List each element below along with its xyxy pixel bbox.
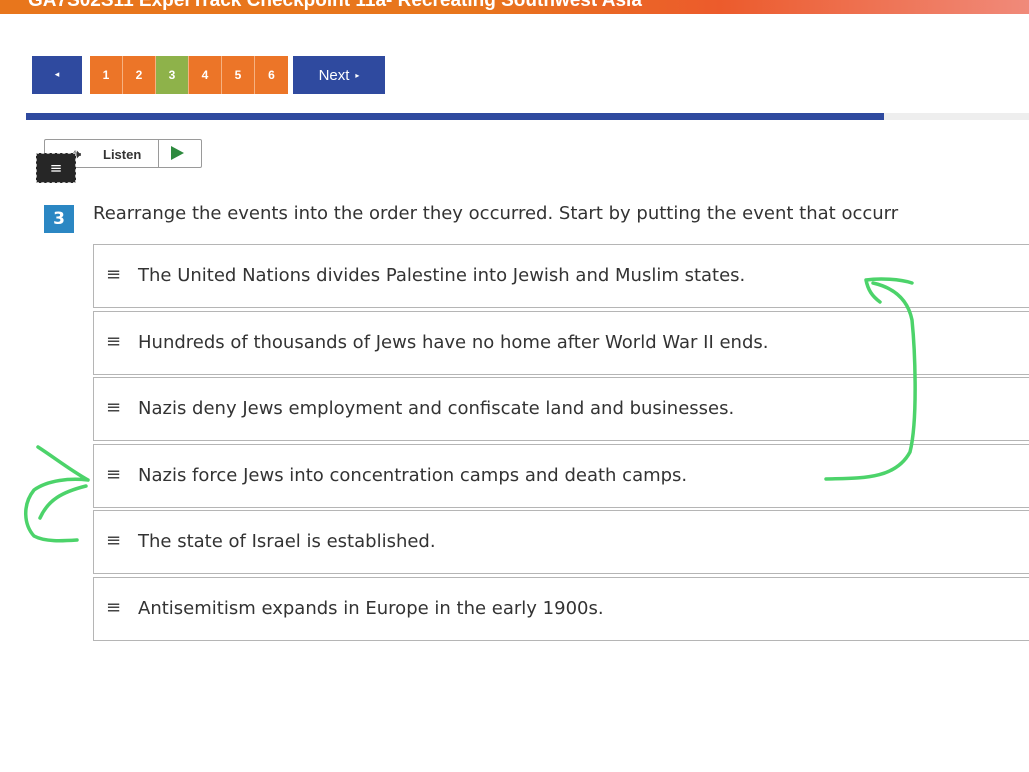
triangle-left-icon: ◂ (54, 70, 60, 80)
next-button[interactable]: Next ▸ (293, 56, 385, 94)
sortable-item-text: The United Nations divides Palestine int… (138, 265, 746, 286)
page-title: GA7S02S11 ExperTrack Checkpoint 11a- Rec… (28, 0, 642, 11)
page-button-2[interactable]: 2 (123, 56, 156, 94)
hamburger-icon: ≡ (49, 159, 63, 177)
page-button-1[interactable]: 1 (90, 56, 123, 94)
listen-label: Listen (103, 147, 142, 162)
previous-button[interactable]: ◂ (32, 56, 82, 94)
drag-handle-icon[interactable]: ≡ (106, 331, 121, 352)
annotation-arrow-left (24, 445, 90, 543)
page-button-4[interactable]: 4 (189, 56, 222, 94)
sortable-item-text: Antisemitism expands in Europe in the ea… (138, 597, 604, 619)
drag-handle-icon[interactable]: ≡ (106, 597, 121, 618)
sortable-item-text: The state of Israel is established. (138, 531, 436, 552)
progress-fill (26, 113, 884, 120)
listen-divider (158, 140, 159, 167)
sortable-item[interactable]: ≡ Antisemitism expands in Europe in the e… (93, 576, 1029, 641)
page-buttons: 123456 (90, 56, 288, 94)
triangle-right-icon: ▸ (355, 70, 360, 80)
question-prompt: Rearrange the events into the order they… (93, 203, 899, 224)
sortable-item[interactable]: ≡ Nazis deny Jews employment and confisca… (93, 377, 1029, 441)
sortable-item-text: Nazis deny Jews employment and confiscat… (138, 398, 735, 419)
drag-handle-icon[interactable]: ≡ (106, 464, 121, 485)
sortable-item[interactable]: ≡ The United Nations divides Palestine in… (93, 244, 1029, 308)
menu-button[interactable]: ≡ (36, 153, 76, 183)
sortable-item[interactable]: ≡ Hundreds of thousands of Jews have no h… (93, 310, 1029, 375)
sortable-item-text: Hundreds of thousands of Jews have no ho… (138, 331, 769, 353)
drag-handle-icon[interactable]: ≡ (106, 397, 121, 418)
page-button-6[interactable]: 6 (255, 56, 288, 94)
question-number-badge: 3 (44, 205, 74, 233)
progress-bar (26, 113, 1029, 120)
drag-handle-icon[interactable]: ≡ (106, 530, 121, 551)
sortable-item-text: Nazis force Jews into concentration camp… (138, 464, 688, 486)
sortable-item[interactable]: ≡ The state of Israel is established. (93, 510, 1029, 574)
next-label: Next (318, 66, 350, 84)
play-icon[interactable] (171, 146, 184, 160)
drag-handle-icon[interactable]: ≡ (106, 264, 121, 285)
sortable-item[interactable]: ≡ Nazis force Jews into concentration cam… (93, 443, 1029, 508)
title-bar: GA7S02S11 ExperTrack Checkpoint 11a- Rec… (0, 0, 1029, 14)
page-button-3[interactable]: 3 (156, 56, 189, 94)
page-button-5[interactable]: 5 (222, 56, 255, 94)
